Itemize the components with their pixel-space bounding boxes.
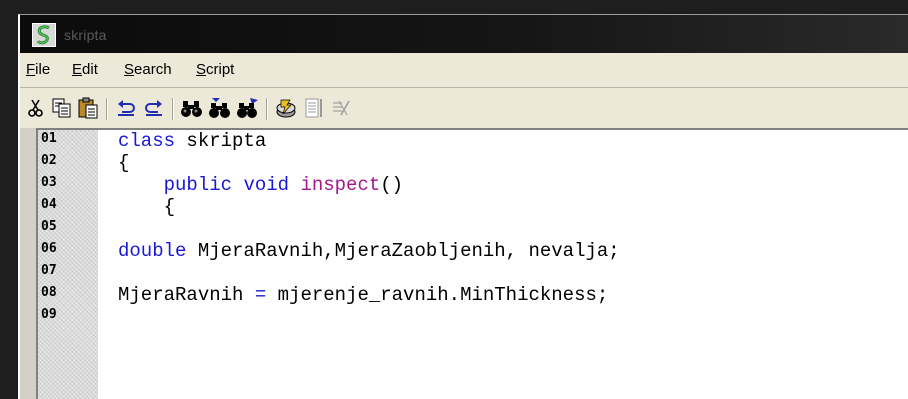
menu-edit[interactable]: Edit bbox=[72, 61, 98, 78]
toolbar-separator bbox=[172, 98, 174, 120]
line-number: 06 bbox=[41, 241, 57, 256]
toolbar-separator bbox=[106, 98, 108, 120]
line-number: 09 bbox=[41, 307, 57, 322]
code-editor[interactable]: 01 02 03 04 05 06 07 08 09 class skripta… bbox=[36, 128, 908, 399]
code-line: double MjeraRavnih,MjeraZaobljenih, neva… bbox=[118, 240, 620, 262]
window-title: skripta bbox=[64, 27, 107, 43]
code-line: MjeraRavnih = mjerenje_ravnih.MinThickne… bbox=[118, 284, 609, 306]
cut-icon[interactable] bbox=[24, 96, 48, 120]
line-number: 05 bbox=[41, 219, 57, 234]
line-number: 02 bbox=[41, 153, 57, 168]
disabled-tool-icon[interactable] bbox=[328, 96, 352, 120]
line-number: 08 bbox=[41, 285, 57, 300]
code-line: public void inspect() bbox=[163, 174, 404, 196]
script-list-icon[interactable] bbox=[302, 96, 326, 120]
app-icon bbox=[32, 23, 56, 47]
toolbar-separator bbox=[266, 98, 268, 120]
undo-icon[interactable] bbox=[114, 96, 138, 120]
code-line: { bbox=[118, 152, 130, 174]
menu-script[interactable]: Script bbox=[196, 61, 234, 78]
keyword: double bbox=[118, 240, 187, 262]
find-icon[interactable] bbox=[180, 96, 204, 120]
paste-icon[interactable] bbox=[76, 96, 100, 120]
operator: = bbox=[254, 284, 267, 306]
keyword: class bbox=[118, 130, 176, 152]
menu-search[interactable]: Search bbox=[124, 61, 172, 78]
line-number: 04 bbox=[41, 197, 57, 212]
copy-icon[interactable] bbox=[50, 96, 74, 120]
toolbar bbox=[20, 88, 908, 128]
replace-icon[interactable] bbox=[236, 96, 260, 120]
find-next-icon[interactable] bbox=[208, 96, 232, 120]
code-line: class skripta bbox=[118, 130, 267, 152]
function-name: inspect bbox=[300, 174, 381, 196]
line-number: 01 bbox=[41, 131, 57, 146]
redo-icon[interactable] bbox=[142, 96, 166, 120]
script-editor-window: skripta File Edit Search Script 01 02 03… bbox=[18, 14, 908, 399]
compile-icon[interactable] bbox=[274, 96, 298, 120]
menu-bar: File Edit Search Script bbox=[20, 53, 908, 88]
title-bar[interactable]: skripta bbox=[20, 15, 908, 53]
keyword: public bbox=[163, 174, 233, 196]
line-number: 07 bbox=[41, 263, 57, 278]
keyword: void bbox=[243, 174, 290, 196]
menu-file[interactable]: File bbox=[26, 61, 50, 78]
line-number-gutter: 01 02 03 04 05 06 07 08 09 bbox=[38, 130, 98, 399]
line-number: 03 bbox=[41, 175, 57, 190]
code-line: { bbox=[163, 196, 176, 218]
